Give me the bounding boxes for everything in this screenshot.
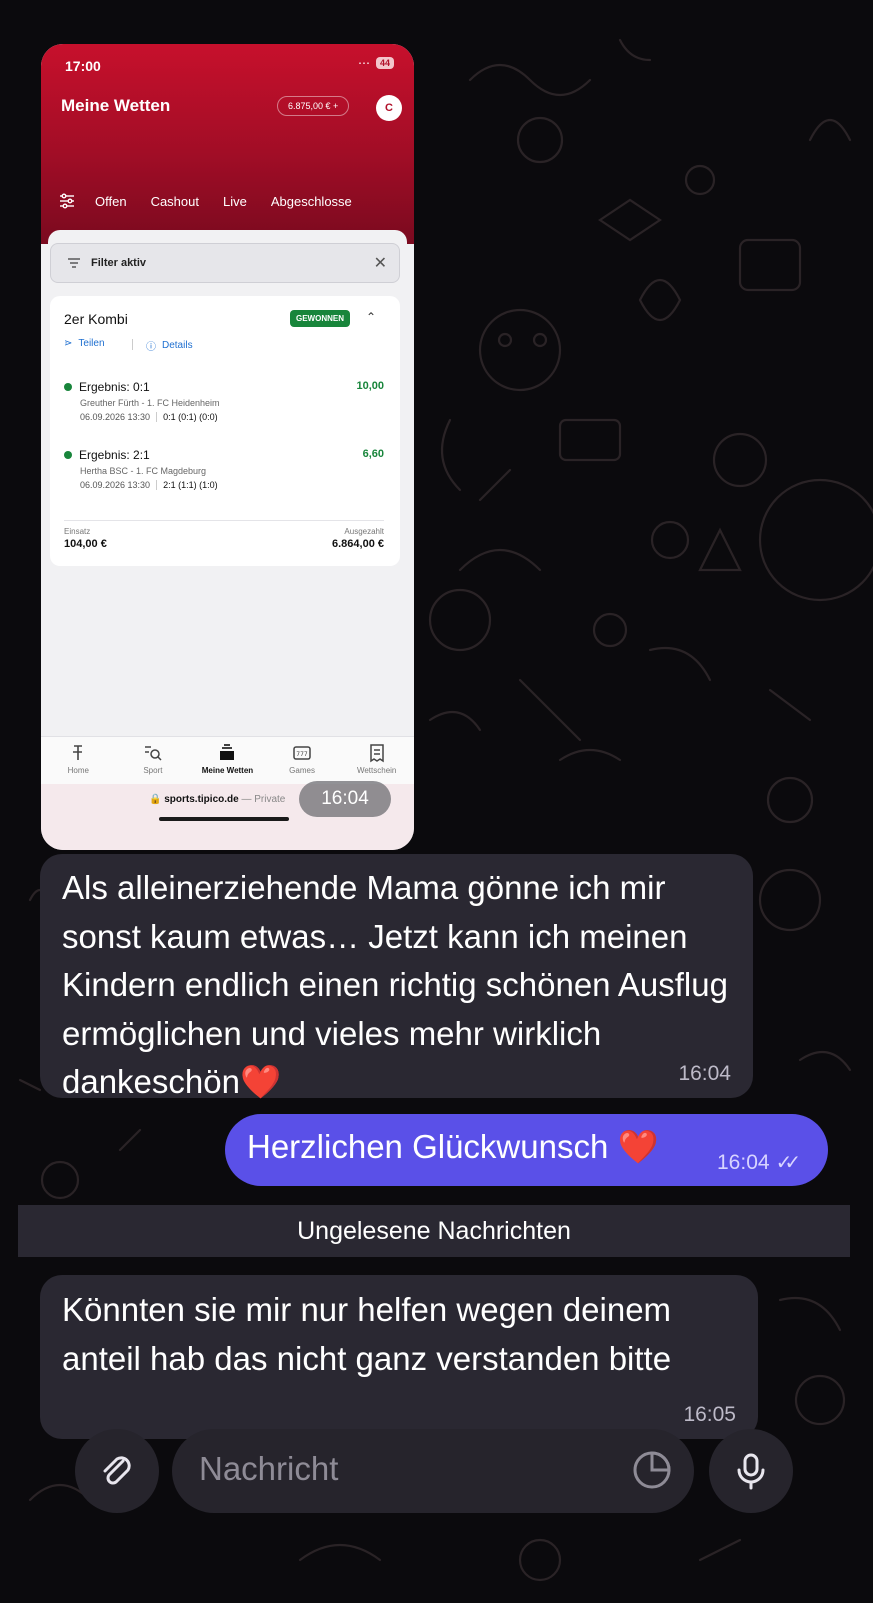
selection-teams: Greuther Fürth - 1. FC Heidenheim [80,398,220,408]
bet-selection: Ergebnis: 2:1 6,60 Hertha BSC - 1. FC Ma… [64,448,384,490]
share-icon: ⋗ [64,338,73,349]
selection-datetime: 06.09.2026 13:30 [80,412,151,422]
bottom-nav: Home Sport Meine Wetten 777 Games Wettsc… [41,736,414,785]
message-time: 16:04 [717,1151,770,1174]
mic-button[interactable] [709,1429,793,1513]
search-list-icon [144,746,162,761]
url-private-label: — Private [241,794,286,805]
nav-label: Sport [143,766,163,775]
divider [132,339,133,350]
info-icon: ⓘ [146,342,156,353]
message-time: 16:04 [678,1062,731,1085]
outgoing-message[interactable]: Herzlichen Glückwunsch ❤️ 16:04 ✓✓ [225,1114,828,1186]
message-placeholder: Nachricht [199,1450,339,1487]
avatar[interactable]: C [376,95,402,121]
attach-button[interactable] [75,1429,159,1513]
attach-icon [103,1456,131,1485]
stake-value: 104,00 € [64,538,107,550]
tab-cashout[interactable]: Cashout [151,194,199,209]
check-icon [64,451,72,459]
message-text: Als alleinerziehende Mama gönne ich mir … [62,869,728,1100]
bets-stack-icon [220,744,235,760]
shared-image[interactable]: 17:00 ⋯ 44 Meine Wetten 6.875,00 € + C O… [41,44,414,850]
payout-label: Ausgezahlt [344,527,384,536]
filter-bar[interactable]: Filter aktiv ✕ [50,243,400,283]
message-text: Könnten sie mir nur helfen wegen deinem … [62,1291,672,1377]
read-ticks-icon: ✓✓ [775,1152,801,1174]
share-link[interactable]: ⋗ Teilen [64,338,105,349]
status-time: 17:00 [65,58,101,74]
sticker-icon[interactable] [630,1448,674,1492]
unread-label: Ungelesene Nachrichten [297,1216,571,1245]
battery-icon: 44 [375,57,394,69]
image-timestamp: 16:04 [299,781,391,817]
message-text: Herzlichen Glückwunsch ❤️ [247,1128,659,1165]
receipt-icon [369,744,384,763]
share-label: Teilen [78,338,105,349]
app-title: Meine Wetten [61,96,171,115]
selection-odds: 6,60 [362,448,384,460]
selection-teams: Hertha BSC - 1. FC Magdeburg [80,466,207,476]
bet-selection: Ergebnis: 0:1 10,00 Greuther Fürth - 1. … [64,380,384,422]
message-meta: 16:04 ✓✓ [717,1150,801,1175]
app-header: 17:00 ⋯ 44 Meine Wetten 6.875,00 € + C O… [41,44,414,244]
filter-label: Filter aktiv [91,257,147,269]
status-icons: ⋯ 44 [358,56,394,70]
payout-value: 6.864,00 € [332,538,384,550]
filter-sliders-icon[interactable] [59,193,75,209]
incoming-message[interactable]: Als alleinerziehende Mama gönne ich mir … [40,854,753,1100]
selection-market: Ergebnis: 2:1 [79,448,150,462]
wifi-icon: ⋯ [357,56,370,70]
nav-meine-wetten[interactable]: Meine Wetten [192,737,262,775]
bet-type: 2er Kombi [64,311,128,327]
close-icon[interactable]: ✕ [374,253,387,273]
selection-score: 2:1 (1:1) (1:0) [156,480,218,490]
url-host: sports.tipico.de [164,794,239,805]
check-icon [64,383,72,391]
home-indicator [159,817,289,821]
selection-score: 0:1 (0:1) (0:0) [156,412,218,422]
tipico-home-icon [73,745,83,760]
svg-text:777: 777 [296,751,308,758]
nav-label: Games [289,766,315,775]
nav-sport[interactable]: Sport [118,737,188,775]
bet-list: Filter aktiv ✕ 2er Kombi GEWONNEN ⌃ ⋗ Te… [48,230,407,780]
bet-tabs: Offen Cashout Live Abgeschlosse [41,186,414,216]
chevron-up-icon[interactable]: ⌃ [366,310,376,324]
lock-icon: 🔒 [149,794,162,805]
mic-icon [737,1453,765,1490]
selection-market: Ergebnis: 0:1 [79,380,150,394]
nav-label: Wettschein [356,766,397,775]
tab-offen[interactable]: Offen [95,194,127,209]
nav-games[interactable]: 777 Games [267,737,337,775]
url-text: 🔒 sports.tipico.de — Private [149,794,285,805]
message-time: 16:05 [683,1403,736,1426]
details-link[interactable]: ⓘ Details [146,338,193,353]
details-label: Details [162,340,193,351]
selection-datetime: 06.09.2026 13:30 [80,480,151,490]
selection-odds: 10,00 [356,380,384,392]
filter-icon [68,258,80,268]
nav-label: Home [67,766,89,775]
slot-machine-icon: 777 [293,746,311,760]
incoming-message[interactable]: Könnten sie mir nur helfen wegen deinem … [40,1275,758,1439]
bet-card[interactable]: 2er Kombi GEWONNEN ⌃ ⋗ Teilen ⓘ Details … [50,296,400,566]
divider [64,520,384,521]
status-badge: GEWONNEN [290,310,350,327]
stake-label: Einsatz [64,527,91,536]
nav-wettschein[interactable]: Wettschein [342,737,412,775]
nav-home[interactable]: Home [43,737,113,775]
unread-divider: Ungelesene Nachrichten [18,1205,850,1257]
tab-abgeschlossen[interactable]: Abgeschlosse [271,194,352,209]
nav-label: Meine Wetten [201,766,254,775]
balance-pill[interactable]: 6.875,00 € + [277,96,350,116]
tab-live[interactable]: Live [223,194,247,209]
